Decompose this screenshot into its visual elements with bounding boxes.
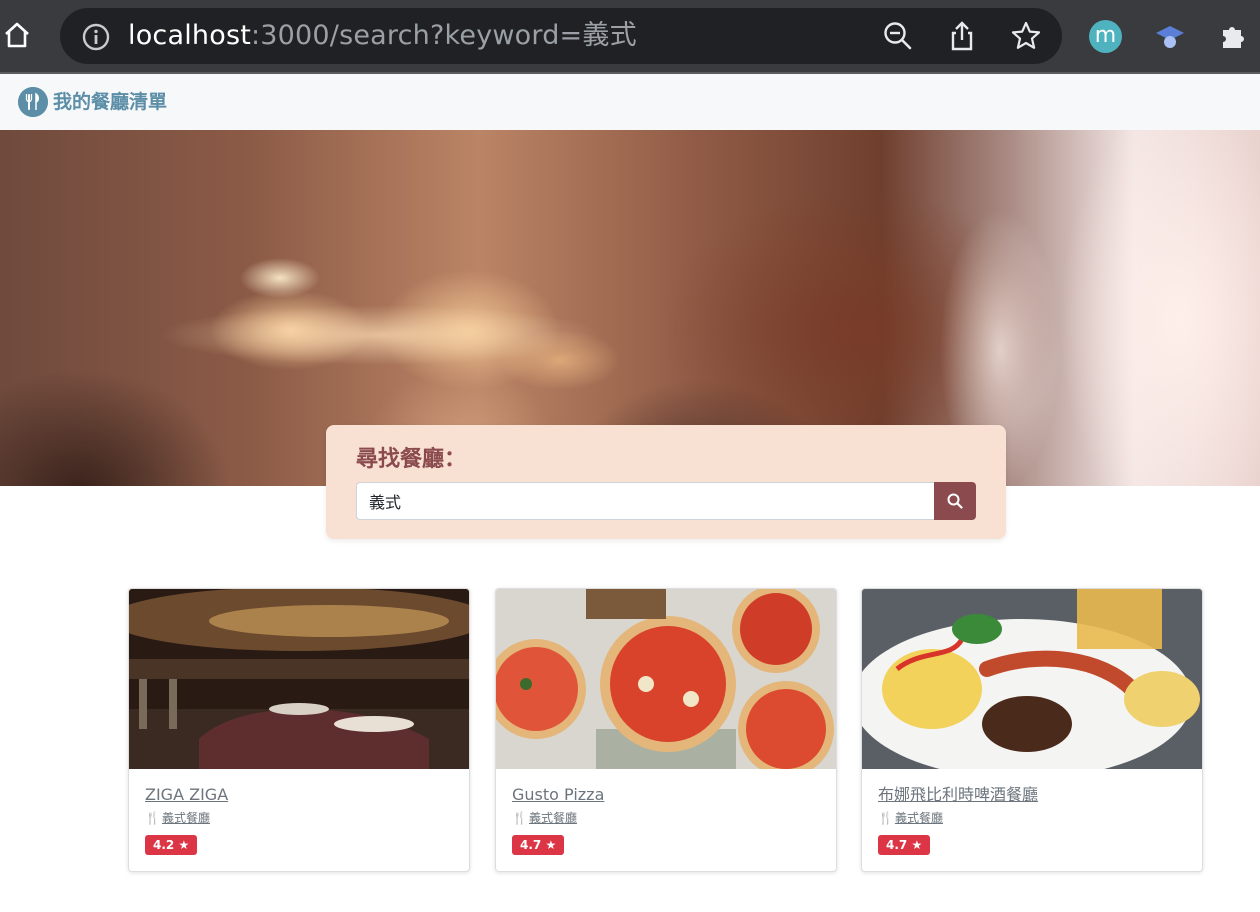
site-info-icon[interactable] (82, 23, 110, 51)
url-host: localhost (128, 20, 251, 51)
utensils-icon: 🍴 (512, 811, 527, 825)
star-icon: ★ (911, 838, 923, 852)
rating-badge: 4.7 ★ (878, 835, 931, 855)
restaurant-name[interactable]: Gusto Pizza (512, 785, 604, 805)
search-icon (947, 493, 963, 509)
restaurant-name[interactable]: 布娜飛比利時啤酒餐廳 (878, 785, 1038, 805)
zoom-out-icon[interactable] (882, 20, 914, 52)
bookmark-star-icon[interactable] (1010, 20, 1042, 52)
utensils-icon: 🍴 (878, 811, 893, 825)
restaurant-category[interactable]: 🍴 義式餐廳 (145, 810, 210, 826)
restaurant-card[interactable]: Gusto Pizza 🍴 義式餐廳 4.7 ★ (495, 588, 837, 872)
category-label: 義式餐廳 (161, 811, 210, 825)
search-input[interactable] (356, 482, 935, 520)
brand-title[interactable]: 我的餐廳清單 (53, 89, 167, 115)
graduation-cap-extension-icon[interactable] (1154, 20, 1186, 52)
utensils-logo-icon[interactable] (18, 87, 48, 117)
search-title: 尋找餐廳： (356, 447, 467, 472)
category-label: 義式餐廳 (528, 811, 577, 825)
navbar (0, 74, 1260, 130)
rating-value: 4.2 (153, 838, 175, 852)
star-icon: ★ (545, 838, 557, 852)
restaurant-photo[interactable] (129, 589, 469, 769)
rating-badge: 4.7 ★ (512, 835, 565, 855)
rating-value: 4.7 (520, 838, 542, 852)
search-button[interactable] (934, 482, 976, 520)
restaurant-card[interactable]: ZIGA ZIGA 🍴 義式餐廳 4.2 ★ (128, 588, 470, 872)
restaurant-category[interactable]: 🍴 義式餐廳 (878, 810, 943, 826)
rating-badge: 4.2 ★ (145, 835, 198, 855)
rating-value: 4.7 (886, 838, 908, 852)
extensions-puzzle-icon[interactable] (1218, 20, 1250, 52)
home-icon[interactable] (2, 20, 32, 50)
restaurant-card[interactable]: 布娜飛比利時啤酒餐廳 🍴 義式餐廳 4.7 ★ (861, 588, 1203, 872)
share-icon[interactable] (946, 20, 978, 52)
url-text[interactable]: localhost:3000/search?keyword=義式 (128, 18, 637, 54)
restaurant-name[interactable]: ZIGA ZIGA (145, 785, 228, 805)
restaurant-photo[interactable] (496, 589, 836, 769)
url-path: :3000/search?keyword=義式 (251, 20, 637, 51)
restaurant-photo[interactable] (862, 589, 1202, 769)
star-icon: ★ (178, 838, 190, 852)
restaurant-category[interactable]: 🍴 義式餐廳 (512, 810, 577, 826)
utensils-icon: 🍴 (145, 811, 160, 825)
profile-avatar[interactable]: m (1089, 20, 1122, 53)
category-label: 義式餐廳 (894, 811, 943, 825)
